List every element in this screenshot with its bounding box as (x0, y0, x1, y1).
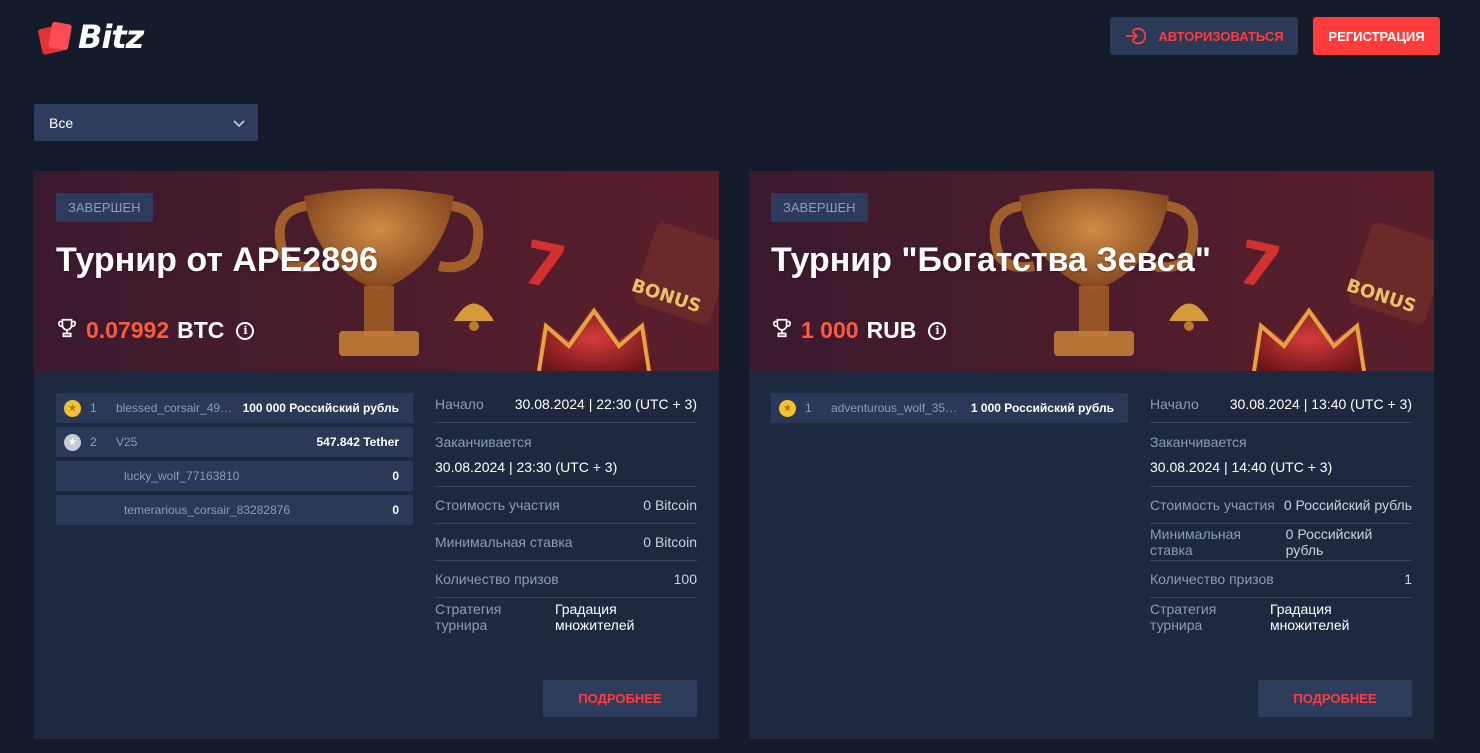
detail-prize-count: Количество призов 1 (1150, 561, 1412, 598)
detail-label: Заканчивается (1150, 434, 1247, 450)
prize-amount: 1 000 (801, 317, 859, 343)
detail-value: Градация множителей (1269, 600, 1350, 633)
detail-label: Стоимость участия (435, 497, 560, 513)
details-button[interactable]: ПОДРОБНЕЕ (543, 680, 697, 717)
prize-amount: 0.07992 (86, 317, 170, 343)
leader-name: blessed_corsair_4943... (116, 401, 235, 415)
register-button[interactable]: РЕГИСТРАЦИЯ (1313, 17, 1440, 55)
detail-end: Заканчивается 30.08.2024 | 14:40 (UTC + … (1150, 423, 1412, 487)
tournament-card: 7 BONUS ЗАВЕРШЕН Турнир "Богатства Зевса… (749, 171, 1434, 739)
leader-rank: 2 (90, 435, 97, 449)
leaderboard-row: temerarious_corsair_83282876 0 (56, 495, 413, 525)
detail-label: Количество призов (435, 571, 559, 587)
tournament-card: 7 BONUS ЗАВЕРШЕН Турнир от APE2896 0.079… (34, 171, 719, 739)
login-icon (1126, 27, 1147, 45)
detail-min-bet: Минимальная ставка 0 Bitcoin (435, 524, 697, 561)
detail-label: Начало (435, 396, 484, 412)
detail-value: 0 Bitcoin (643, 534, 697, 550)
detail-label: Начало (1150, 396, 1199, 412)
silver-medal-icon: ★ (64, 433, 81, 451)
leaderboard-row: lucky_wolf_77163810 0 (56, 461, 413, 491)
detail-value: 1 (1404, 571, 1412, 587)
detail-cost: Стоимость участия 0 Российский рубль (1150, 487, 1412, 524)
tournament-banner: 7 BONUS ЗАВЕРШЕН Турнир "Богатства Зевса… (749, 171, 1434, 371)
status-badge: ЗАВЕРШЕН (771, 193, 868, 222)
prize-pool: 0.07992 BTC i (56, 317, 255, 344)
status-badge: ЗАВЕРШЕН (56, 193, 153, 222)
detail-prize-count: Количество призов 100 (435, 561, 697, 598)
detail-value: 30.08.2024 | 13:40 (UTC + 3) (1229, 396, 1412, 412)
leader-prize: 100 000 Российский рубль (242, 401, 399, 415)
gold-medal-icon: ★ (64, 399, 81, 417)
svg-text:7: 7 (1231, 227, 1286, 304)
svg-text:7: 7 (516, 227, 571, 304)
leader-prize: 547.842 Tether (316, 435, 400, 449)
logo[interactable]: Bitz (37, 18, 144, 56)
leader-prize: 0 (392, 469, 399, 483)
leader-prize: 0 (392, 503, 399, 517)
filter-selected-value: Все (49, 114, 74, 131)
gold-medal-icon: ★ (779, 399, 796, 417)
chevron-down-icon (233, 119, 245, 127)
detail-min-bet: Минимальная ставка 0 Российский рубль (1150, 524, 1412, 561)
detail-value: 0 Российский рубль (1283, 497, 1412, 513)
detail-label: Количество призов (1150, 571, 1274, 587)
leaderboard: ★ 1 blessed_corsair_4943... 100 000 Росс… (56, 393, 413, 529)
info-icon[interactable]: i (928, 321, 947, 340)
leader-name: temerarious_corsair_83282876 (124, 503, 291, 517)
leader-prize: 1 000 Российский рубль (970, 401, 1114, 415)
leaderboard-row: ★ 1 blessed_corsair_4943... 100 000 Росс… (56, 393, 413, 423)
detail-start: Начало 30.08.2024 | 22:30 (UTC + 3) (435, 386, 697, 423)
detail-value: 0 Bitcoin (643, 497, 697, 513)
logo-text: Bitz (78, 18, 144, 56)
leader-name: adventurous_wolf_35241... (831, 401, 963, 415)
tournament-title: Турнир от APE2896 (56, 241, 378, 279)
detail-label: Стратегия турнира (1150, 600, 1217, 633)
detail-label: Стоимость участия (1150, 497, 1275, 513)
detail-strategy: Стратегия турнира Градация множителей (435, 598, 697, 635)
cards-logo-icon (37, 19, 74, 56)
detail-label: Минимальная ставка (1150, 526, 1242, 558)
detail-label: Заканчивается (435, 434, 532, 450)
tournament-details: Начало 30.08.2024 | 13:40 (UTC + 3) Зака… (1150, 386, 1412, 635)
detail-label: Минимальная ставка (435, 534, 573, 550)
detail-value: 0 Российский рубль (1285, 526, 1373, 558)
info-icon[interactable]: i (236, 321, 255, 340)
detail-value: 100 (673, 571, 697, 587)
login-button[interactable]: АВТОРИЗОВАТЬСЯ (1110, 17, 1298, 55)
trophy-icon (771, 317, 793, 344)
tournament-banner: 7 BONUS ЗАВЕРШЕН Турнир от APE2896 0.079… (34, 171, 719, 371)
login-label: АВТОРИЗОВАТЬСЯ (1158, 28, 1284, 44)
trophy-icon (56, 317, 78, 344)
detail-strategy: Стратегия турнира Градация множителей (1150, 598, 1412, 635)
leaderboard: ★ 1 adventurous_wolf_35241... 1 000 Росс… (771, 393, 1128, 427)
details-button[interactable]: ПОДРОБНЕЕ (1258, 680, 1412, 717)
leader-rank: 1 (805, 401, 812, 415)
tournament-details: Начало 30.08.2024 | 22:30 (UTC + 3) Зака… (435, 386, 697, 635)
prize-pool: 1 000 RUB i (771, 317, 947, 344)
tournament-title: Турнир "Богатства Зевса" (771, 241, 1211, 279)
prize-currency: BTC (177, 317, 225, 343)
detail-label: Стратегия турнира (435, 600, 502, 633)
detail-end: Заканчивается 30.08.2024 | 23:30 (UTC + … (435, 423, 697, 487)
leader-name: V25 (116, 435, 138, 449)
detail-value: 30.08.2024 | 23:30 (UTC + 3) (435, 459, 618, 475)
detail-start: Начало 30.08.2024 | 13:40 (UTC + 3) (1150, 386, 1412, 423)
filter-select[interactable]: Все (34, 104, 258, 141)
leader-rank: 1 (90, 401, 97, 415)
prize-currency: RUB (866, 317, 917, 343)
detail-value: 30.08.2024 | 22:30 (UTC + 3) (514, 396, 697, 412)
detail-value: Градация множителей (554, 600, 635, 633)
leaderboard-row: ★ 1 adventurous_wolf_35241... 1 000 Росс… (771, 393, 1128, 423)
detail-cost: Стоимость участия 0 Bitcoin (435, 487, 697, 524)
leader-name: lucky_wolf_77163810 (124, 469, 240, 483)
leaderboard-row: ★ 2 V25 547.842 Tether (56, 427, 413, 457)
detail-value: 30.08.2024 | 14:40 (UTC + 3) (1150, 459, 1333, 475)
